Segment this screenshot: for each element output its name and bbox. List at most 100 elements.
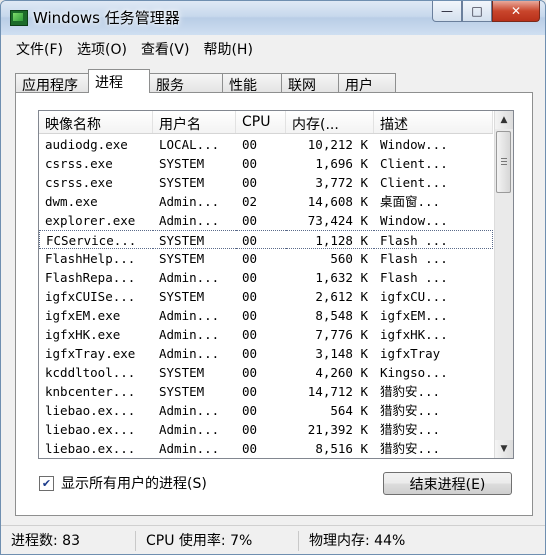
column-memory[interactable]: 内存(... [286,111,374,133]
process-image-name: FCService... [39,230,153,249]
process-description: igfxHK... [380,327,448,342]
table-row[interactable]: liebao.ex... Admin... 00 21,392 K 猎豹安... [39,420,493,439]
process-image-name: liebao.ex... [45,403,136,418]
process-image-name: igfxCUISe... [45,289,136,304]
process-user-name: SYSTEM [159,289,205,304]
column-cpu[interactable]: CPU [236,111,286,133]
table-row[interactable]: liebao.ex... Admin... 00 8,516 K 猎豹安... [39,439,493,458]
process-cpu: 00 [242,403,258,418]
menu-file[interactable]: 文件(F) [9,37,70,59]
table-row[interactable]: FlashRepa... Admin... 00 1,632 K Flash ... [39,268,493,287]
process-memory: 73,424 K [307,213,368,228]
end-process-button[interactable]: 结束进程(E) [383,472,512,495]
process-image-name: igfxTray.exe [45,346,136,361]
table-row[interactable]: knbcenter... SYSTEM 00 14,712 K 猎豹安... [39,382,493,401]
window-title: Windows 任务管理器 [33,9,180,27]
task-manager-window: Windows 任务管理器 — □ ✕ 文件(F) 选项(O) 查看(V) 帮助… [0,0,546,555]
process-user-name: Admin... [159,441,220,456]
scroll-down-arrow-icon[interactable]: ▼ [495,440,513,458]
process-image-name: kcddltool... [45,365,136,380]
process-list[interactable]: 映像名称 用户名 CPU 内存(... 描述 audiodg.exe LOCAL.… [38,110,514,459]
process-image-name: audiodg.exe [45,137,128,152]
scroll-thumb[interactable] [496,131,511,193]
tab-applications[interactable]: 应用程序 [15,73,89,94]
process-description: 猎豹安... [380,441,441,456]
grip-line [501,161,507,162]
process-image-name: csrss.exe [45,175,113,190]
menu-view[interactable]: 查看(V) [134,37,197,59]
process-memory: 14,712 K [307,384,368,399]
process-cpu: 00 [242,422,258,437]
tab-performance[interactable]: 性能 [222,73,282,94]
table-row[interactable]: csrss.exe SYSTEM 00 3,772 K Client... [39,173,493,192]
process-memory: 10,212 K [307,137,368,152]
process-image-name: explorer.exe [45,213,136,228]
process-description: Client... [380,156,448,171]
process-memory: 3,772 K [315,175,368,190]
menu-options[interactable]: 选项(O) [70,37,134,59]
table-row-selected[interactable]: FCService... SYSTEM 00 1,128 K Flash ... [39,230,493,249]
process-description: Client... [380,175,448,190]
process-cpu: 00 [242,289,258,304]
tab-processes[interactable]: 进程 [88,69,150,93]
maximize-button[interactable]: □ [462,1,492,22]
vertical-scrollbar[interactable]: ▲ ▼ [494,111,513,458]
process-image-name: dwm.exe [45,194,98,209]
process-cpu: 00 [242,270,258,285]
menu-bar: 文件(F) 选项(O) 查看(V) 帮助(H) [1,35,545,61]
table-row[interactable]: csrss.exe SYSTEM 00 1,696 K Client... [39,154,493,173]
title-bar[interactable]: Windows 任务管理器 — □ ✕ [1,1,545,35]
process-description: 猎豹安... [380,403,441,418]
process-image-name: igfxEM.exe [45,308,121,323]
process-cpu: 00 [242,346,258,361]
table-row[interactable]: liebao.ex... Admin... 00 564 K 猎豹安... [39,401,493,420]
tab-services[interactable]: 服务 [149,73,223,94]
process-user-name: SYSTEM [159,384,205,399]
table-row[interactable]: audiodg.exe LOCAL... 00 10,212 K Window... [39,135,493,154]
process-description: Flash ... [380,270,448,285]
table-row[interactable]: igfxTray.exe Admin... 00 3,148 K igfxTray [39,344,493,363]
table-row[interactable]: kcddltool... SYSTEM 00 4,260 K Kingso... [39,363,493,382]
column-description[interactable]: 描述 [374,111,493,133]
process-user-name: SYSTEM [159,156,205,171]
column-user-name[interactable]: 用户名 [153,111,236,133]
table-row[interactable]: FlashHelp... SYSTEM 00 560 K Flash ... [39,249,493,268]
process-description: Window... [380,213,448,228]
process-cpu: 02 [242,194,258,209]
table-row[interactable]: igfxCUISe... SYSTEM 00 2,612 K igfxCU... [39,287,493,306]
table-row[interactable]: igfxHK.exe Admin... 00 7,776 K igfxHK... [39,325,493,344]
show-all-users-checkbox[interactable]: ✔ [39,475,54,491]
table-row[interactable]: igfxEM.exe Admin... 00 8,548 K igfxEM... [39,306,493,325]
caption-buttons: — □ ✕ [432,1,540,23]
table-row[interactable]: dwm.exe Admin... 02 14,608 K 桌面窗... [39,192,493,211]
table-row[interactable]: explorer.exe Admin... 00 73,424 K Window... [39,211,493,230]
scroll-up-arrow-icon[interactable]: ▲ [495,111,513,129]
status-process-count: 进程数: 83 [1,530,136,551]
process-user-name: SYSTEM [153,230,236,249]
process-user-name: Admin... [159,194,220,209]
process-memory: 564 K [330,403,368,418]
column-header: 映像名称 用户名 CPU 内存(... 描述 [39,111,493,134]
process-user-name: SYSTEM [159,175,205,190]
process-description: 桌面窗... [380,194,441,209]
process-user-name: Admin... [159,346,220,361]
process-memory: 8,548 K [315,308,368,323]
tab-networking[interactable]: 联网 [281,73,339,94]
process-cpu: 00 [242,175,258,190]
process-memory: 8,516 K [315,441,368,456]
process-image-name: igfxHK.exe [45,327,121,342]
process-user-name: SYSTEM [159,251,205,266]
column-image-name[interactable]: 映像名称 [39,111,153,133]
tab-users[interactable]: 用户 [338,73,396,94]
process-cpu: 00 [242,365,258,380]
show-all-users-option[interactable]: ✔ 显示所有用户的进程(S) [39,473,207,493]
process-cpu: 00 [242,308,258,323]
menu-help[interactable]: 帮助(H) [196,37,259,59]
process-image-name: csrss.exe [45,156,113,171]
close-button[interactable]: ✕ [492,1,540,22]
process-cpu: 00 [242,156,258,171]
task-manager-icon [10,10,28,26]
process-user-name: Admin... [159,270,220,285]
minimize-button[interactable]: — [432,1,462,22]
process-description: igfxEM... [380,308,448,323]
